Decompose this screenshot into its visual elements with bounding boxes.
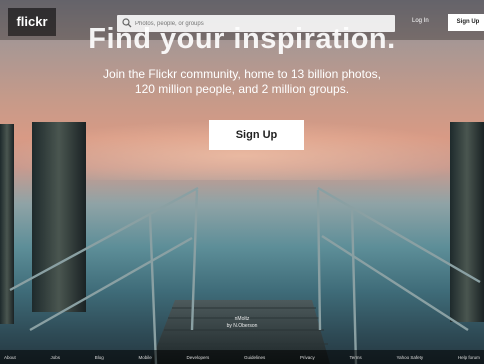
footer-link-blog[interactable]: Blog — [95, 355, 104, 360]
footer-link-privacy[interactable]: Privacy — [300, 355, 315, 360]
footer-link-developers[interactable]: Developers — [187, 355, 210, 360]
hero-subtitle-line1: Join the Flickr community, home to 13 bi… — [103, 67, 381, 81]
footer-link-help-forum[interactable]: Help forum — [458, 355, 480, 360]
photo-author[interactable]: by N.Oberson — [0, 323, 484, 330]
footer-link-guidelines[interactable]: Guidelines — [244, 355, 265, 360]
footer-link-terms[interactable]: Terms — [350, 355, 362, 360]
footer-links: About Jobs Blog Mobile Developers Guidel… — [4, 355, 480, 360]
photo-credit[interactable]: nMoltz by N.Oberson — [0, 316, 484, 330]
footer-link-about[interactable]: About — [4, 355, 16, 360]
photo-title[interactable]: nMoltz — [0, 316, 484, 323]
hero-title: Find your inspiration. — [88, 23, 396, 55]
footer-link-yahoo-safety[interactable]: Yahoo Safety — [396, 355, 423, 360]
hero-subtitle: Join the Flickr community, home to 13 bi… — [92, 67, 392, 97]
hero-subtitle-line2: 120 million people, and 2 million groups… — [134, 82, 350, 96]
footer-link-jobs[interactable]: Jobs — [51, 355, 61, 360]
signup-cta-button[interactable]: Sign Up — [209, 120, 304, 150]
footer-link-mobile[interactable]: Mobile — [139, 355, 152, 360]
